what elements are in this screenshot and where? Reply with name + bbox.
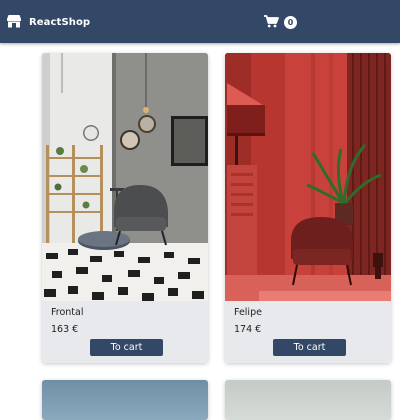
product-card: Frontal 163 € To cart [42,53,208,363]
cart-button[interactable]: 0 [264,13,297,31]
product-card [225,380,391,420]
product-price: 174 € [234,324,262,335]
product-price: 163 € [51,324,79,335]
product-image[interactable] [225,380,391,420]
product-image[interactable] [225,53,391,301]
product-image[interactable] [42,53,208,301]
shopping-cart-icon [264,13,279,32]
brand-label: ReactShop [29,16,91,28]
add-to-cart-button[interactable]: To cart [90,339,163,356]
store-icon [6,13,22,32]
product-image[interactable] [42,380,208,420]
product-name: Felipe [234,307,262,318]
product-name: Frontal [51,307,84,318]
product-card [42,380,208,420]
product-card: Felipe 174 € To cart [225,53,391,363]
cart-count-badge: 0 [284,15,297,29]
brand-link[interactable]: ReactShop [6,12,90,32]
add-to-cart-button[interactable]: To cart [273,339,346,356]
navbar: ReactShop 0 [0,0,400,43]
